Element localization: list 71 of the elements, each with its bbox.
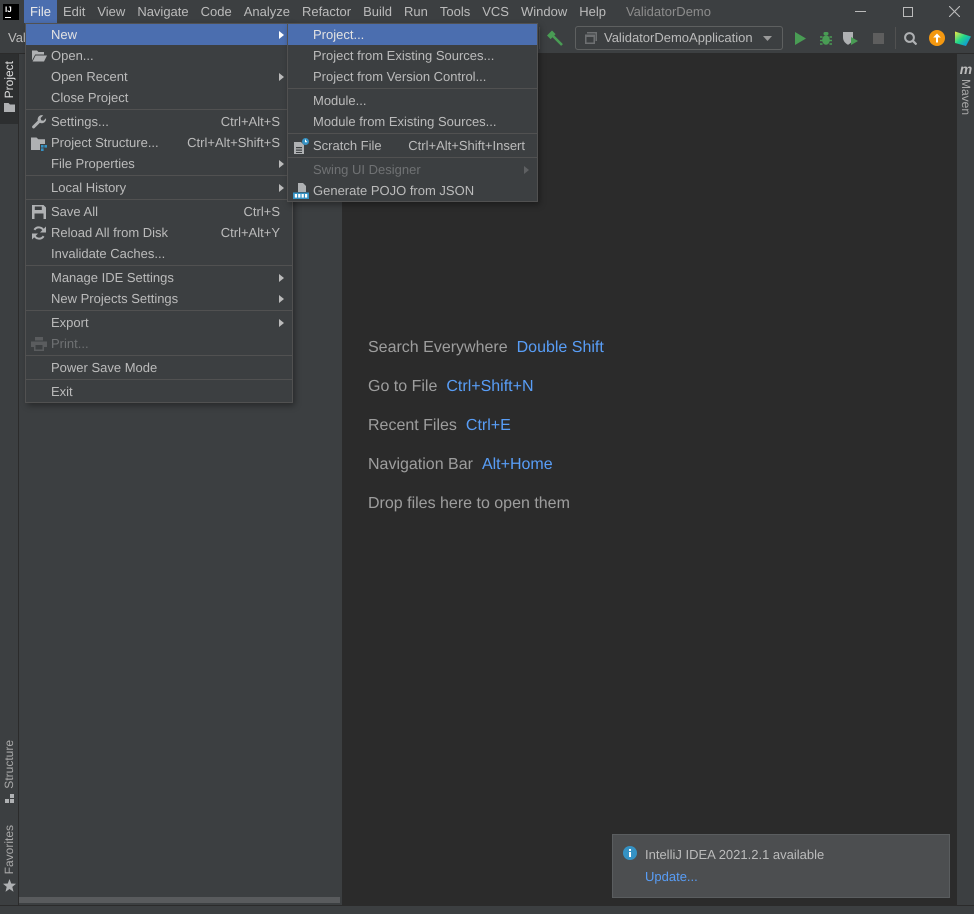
tool-window-tab[interactable]: Project: [0, 54, 18, 124]
menu-item[interactable]: Reload All from Disk Ctrl+Alt+Y: [26, 222, 292, 243]
scrollbar-thumb[interactable]: [19, 897, 340, 903]
play-icon[interactable]: [795, 32, 806, 44]
shortcut-text: Alt+Home: [482, 454, 553, 474]
menu-bar-item[interactable]: Edit: [56, 0, 92, 23]
refresh-icon: [31, 224, 47, 240]
hint-text: Navigation Bar: [368, 454, 473, 474]
menu-item[interactable]: Export: [26, 312, 292, 333]
menu-bar-item[interactable]: Run: [398, 0, 434, 23]
menu-bar-item[interactable]: Build: [357, 0, 398, 23]
printer-icon: [31, 336, 47, 352]
menu-item[interactable]: Module...: [288, 90, 537, 111]
menu-bar-item[interactable]: Navigate: [131, 0, 195, 23]
menu-item[interactable]: Exit: [26, 381, 292, 402]
info-icon: [623, 846, 637, 860]
menu-bar-item[interactable]: VCS: [476, 0, 515, 23]
menu-item[interactable]: File Properties: [26, 153, 292, 174]
hammer-icon[interactable]: [547, 30, 563, 46]
shortcut-text: Double Shift: [516, 338, 604, 358]
tool-window-tab[interactable]: m Maven: [957, 54, 974, 122]
menu-bar-item[interactable]: File: [24, 0, 57, 23]
menu-item[interactable]: Manage IDE Settings: [26, 267, 292, 288]
shield-play-icon[interactable]: [843, 31, 858, 45]
search-icon[interactable]: [904, 32, 917, 44]
menu-bar-item[interactable]: Help: [573, 0, 612, 23]
menu-bar-item[interactable]: Refactor: [296, 0, 358, 23]
menu-item[interactable]: New Projects Settings: [26, 288, 292, 309]
close-icon[interactable]: [949, 6, 960, 17]
document-tag-icon: [293, 182, 309, 198]
folder-grid-icon: [31, 134, 47, 150]
shortcut-label: Ctrl+S: [244, 204, 280, 220]
menu-bar-item[interactable]: Tools: [434, 0, 476, 23]
structure-icon: [4, 794, 14, 803]
hint-text: Recent Files: [368, 416, 457, 436]
menu-item[interactable]: Invalidate Caches...: [26, 243, 292, 264]
menu-bar-item[interactable]: Code: [194, 0, 238, 23]
app-logo-icon[interactable]: [955, 30, 971, 46]
shortcut-label: Ctrl+Alt+Shift+S: [187, 134, 280, 150]
bug-icon[interactable]: [820, 32, 832, 44]
tool-window-tab[interactable]: Favorites: [0, 818, 18, 898]
hint-text: Drop files here to open them: [368, 494, 570, 514]
window-icon: [585, 32, 597, 44]
menu-item[interactable]: Project...: [288, 24, 537, 45]
shortcut-label: Ctrl+Alt+Shift+Insert: [408, 138, 525, 154]
folder-icon: [4, 103, 14, 112]
hint-text: Search Everywhere: [368, 338, 508, 358]
window-title: ValidatorDemo: [626, 4, 711, 20]
star-icon: [2, 879, 16, 892]
menu-bar-item[interactable]: View: [91, 0, 132, 23]
shortcut-label: Ctrl+Alt+Y: [220, 224, 280, 240]
menu-item[interactable]: Power Save Mode: [26, 357, 292, 378]
menu-bar-item[interactable]: Window: [514, 0, 574, 23]
app-logo: IJ: [3, 4, 19, 20]
notification-title: IntelliJ IDEA 2021.2.1 available: [645, 846, 824, 864]
tool-window-tab[interactable]: Structure: [0, 732, 18, 809]
shortcut-text: Ctrl+Shift+N: [446, 376, 534, 396]
caret-icon: [763, 36, 772, 40]
hint-text: Go to File: [368, 376, 438, 396]
document-clock-icon: [293, 138, 309, 154]
shortcut-label: Ctrl+Alt+S: [220, 114, 280, 130]
folder-icon: [31, 48, 47, 64]
letter-m-icon: m: [960, 63, 972, 75]
navigation-bar-item[interactable]: Val: [8, 30, 26, 46]
menu-item[interactable]: Save All Ctrl+S: [26, 201, 292, 222]
run-configuration-dropdown[interactable]: ValidatorDemoApplication: [575, 26, 783, 50]
update-link[interactable]: Update...: [645, 868, 698, 886]
shortcut-text: Ctrl+E: [466, 416, 511, 436]
menu-bar-item[interactable]: Analyze: [238, 0, 296, 23]
wrench-icon: [31, 114, 47, 130]
maximize-icon[interactable]: [903, 6, 913, 16]
